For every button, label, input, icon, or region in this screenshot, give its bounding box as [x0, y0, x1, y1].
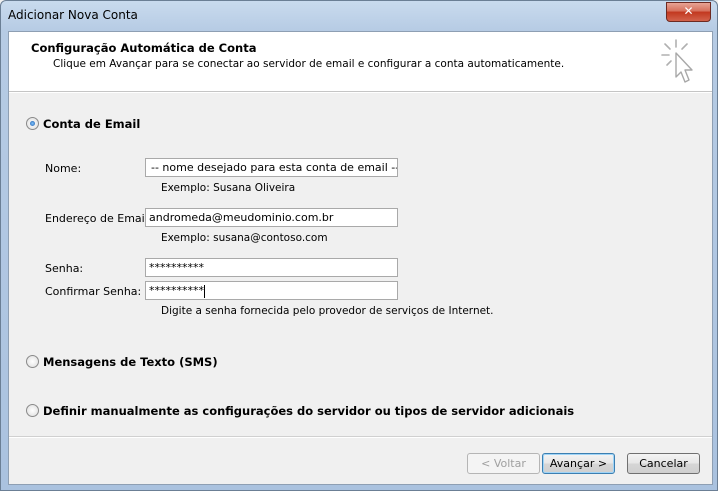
cancel-button[interactable]: Cancelar: [627, 453, 700, 474]
email-label: Endereço de Email:: [45, 212, 152, 225]
name-label: Nome:: [45, 162, 82, 175]
window-title: Adicionar Nova Conta: [8, 8, 138, 22]
dialog-window: Adicionar Nova Conta ✕ Configuração Auto…: [0, 0, 718, 491]
text-caret: [204, 284, 205, 298]
password-input[interactable]: **********: [145, 258, 398, 277]
sms-radio[interactable]: [26, 355, 39, 368]
wizard-header: Configuração Automática de Conta Clique …: [9, 32, 712, 92]
name-hint: Exemplo: Susana Oliveira: [161, 182, 296, 194]
next-button[interactable]: Avançar >: [542, 453, 615, 474]
title-bar[interactable]: Adicionar Nova Conta ✕: [1, 1, 717, 29]
email-hint: Exemplo: susana@contoso.com: [161, 232, 328, 244]
email-account-radio[interactable]: [26, 117, 39, 130]
confirm-password-label: Confirmar Senha:: [45, 285, 142, 298]
dialog-content: Configuração Automática de Conta Clique …: [8, 31, 713, 485]
password-label: Senha:: [45, 262, 84, 275]
page-subtitle: Clique em Avançar para se conectar ao se…: [53, 58, 565, 70]
email-input[interactable]: andromeda@meudominio.com.br: [145, 208, 398, 227]
email-account-label[interactable]: Conta de Email: [43, 117, 140, 131]
confirm-password-value: **********: [149, 284, 204, 297]
close-icon: ✕: [683, 4, 694, 18]
footer-divider: [9, 436, 712, 438]
name-input[interactable]: -- nome desejado para esta conta de emai…: [145, 158, 398, 177]
close-button[interactable]: ✕: [666, 2, 711, 22]
click-cursor-icon: [661, 39, 693, 83]
sms-label[interactable]: Mensagens de Texto (SMS): [43, 355, 218, 369]
back-button[interactable]: < Voltar: [467, 453, 540, 474]
page-title: Configuração Automática de Conta: [31, 41, 257, 55]
manual-config-radio[interactable]: [26, 404, 39, 417]
confirm-password-input[interactable]: **********: [145, 281, 398, 300]
wizard-body: Conta de Email Nome: -- nome desejado pa…: [9, 92, 712, 436]
password-hint: Digite a senha fornecida pelo provedor d…: [161, 305, 494, 317]
manual-config-label[interactable]: Definir manualmente as configurações do …: [43, 404, 574, 418]
